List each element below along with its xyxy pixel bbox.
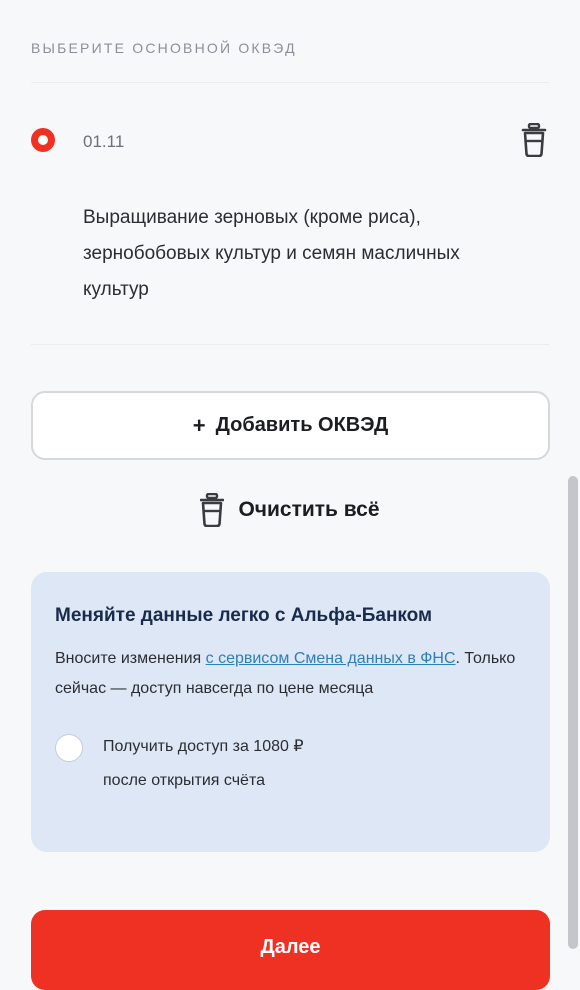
okved-description: Выращивание зерновых (кроме риса), зерно… [83, 207, 460, 300]
radio-dot [38, 135, 48, 145]
clear-all-button[interactable]: Очистить всё [0, 490, 580, 530]
info-card-title: Меняйте данные легко с Альфа-Банком [55, 605, 433, 626]
trash-icon [521, 123, 547, 157]
okved-radio-selected[interactable] [31, 128, 55, 152]
service-link[interactable]: с сервисом Смена данных в ФНС [206, 650, 456, 667]
scrollbar[interactable] [568, 476, 578, 949]
access-checkbox-label: Получить доступ за 1080 ₽ после открытия… [103, 730, 304, 798]
add-okved-label: Добавить ОКВЭД [215, 414, 389, 436]
okved-code: 01.11 [83, 132, 125, 151]
next-button-label: Далее [260, 936, 321, 958]
info-card-text: Вносите изменения с сервисом Смена данны… [55, 644, 526, 704]
divider [31, 344, 549, 345]
add-okved-button[interactable]: + Добавить ОКВЭД [31, 391, 550, 460]
checkbox-label-line: после открытия счёта [103, 772, 265, 789]
okved-item[interactable]: 01.11 Выращивание зерновых (кроме риса),… [31, 120, 549, 315]
next-button[interactable]: Далее [31, 910, 550, 990]
divider [31, 82, 549, 83]
checkbox-label-line: Получить доступ за 1080 ₽ [103, 738, 304, 755]
section-title: Выберите основной ОКВЭД [31, 40, 297, 56]
info-card: Меняйте данные легко с Альфа-Банком Внос… [31, 572, 550, 852]
delete-okved-button[interactable] [519, 120, 549, 160]
trash-icon [200, 493, 225, 527]
plus-icon: + [192, 412, 206, 438]
access-checkbox[interactable] [55, 734, 83, 762]
clear-all-label: Очистить всё [238, 498, 380, 521]
info-text-part: Вносите изменения [55, 650, 206, 667]
access-checkbox-row[interactable]: Получить доступ за 1080 ₽ после открытия… [55, 730, 526, 798]
